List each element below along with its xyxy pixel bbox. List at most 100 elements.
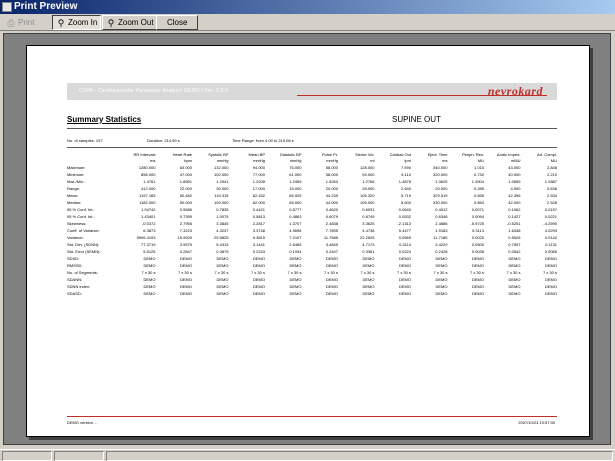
table-cell: 7 x 30 s <box>433 270 448 275</box>
table-cell: -2.1313 <box>397 221 411 226</box>
table-cell: DEMO <box>545 256 557 261</box>
table-cell: 0.0542 <box>508 249 521 254</box>
table-cell: 17.000 <box>252 186 265 191</box>
table-cell: 330.000 <box>433 200 448 205</box>
magnifier-icon: ⚲ <box>57 17 65 28</box>
table-cell: -0.5251 <box>506 221 521 226</box>
table-cell: 119.315 <box>214 193 229 198</box>
row-label: Range: <box>67 186 80 191</box>
table-cell: 0.4012 <box>435 207 448 212</box>
table-cell: DEMO <box>326 263 338 268</box>
table-cell: 30.000 <box>216 186 229 191</box>
table-cell: DEMO <box>362 284 375 289</box>
company-logo: nevrokard <box>487 84 543 98</box>
row-label: SDNN index: <box>67 284 91 289</box>
print-button[interactable]: ⎙ Print <box>3 15 37 30</box>
table-cell: DEMO <box>508 277 521 282</box>
table-row: Median: 1182.000 50.000 109.000 82.000 65.000… <box>67 199 557 206</box>
table-cell: 1.2459 <box>289 179 302 184</box>
table-cell: 29.5825 <box>214 235 229 240</box>
table-cell: 1.6348 <box>508 228 521 233</box>
table-cell: 0.4421 <box>252 207 265 212</box>
table-row: Variance: 5906.4193 15.9929 29.5825 9.3815 7.… <box>67 234 557 241</box>
table-cell: 0.730 <box>473 172 484 177</box>
table-row: SDSD: DEMO DEMO DEMO DEMO DEMO DEMO DEMO DEMO DEM… <box>67 255 557 262</box>
table-cell: 58.000 <box>325 165 338 170</box>
report-banner: CVPA - Cardiovascular Parameter Analysis… <box>67 83 557 100</box>
table-cell: 0.0036 <box>471 249 484 254</box>
table-cell: 94.000 <box>252 165 265 170</box>
table-cell: 1.0075 <box>216 214 229 219</box>
table-cell: DEMO <box>399 277 411 282</box>
table-cell: DEMO <box>435 291 448 296</box>
table-cell: 0.855 <box>473 193 484 198</box>
table-cell: DEMO <box>362 256 375 261</box>
app-icon <box>2 2 12 12</box>
table-cell: DEMO <box>508 256 521 261</box>
table-cell: DEMO <box>216 263 229 268</box>
table-cell: 2.7955 <box>179 221 192 226</box>
table-cell: DEMO <box>180 256 192 261</box>
table-cell: 7 x 30 s <box>360 270 375 275</box>
table-cell: 44.000 <box>325 200 338 205</box>
status-bar <box>0 449 615 461</box>
table-cell: DEMO <box>545 291 557 296</box>
table-cell: -0.0372 <box>141 221 156 226</box>
table-cell: 0.285 <box>473 186 484 191</box>
banner-title: CVPA - Cardiovascular Parameter Analysis… <box>79 88 228 94</box>
table-cell: 9.3815 <box>252 235 265 240</box>
table-cell: 3.1441 <box>252 242 265 247</box>
table-cell: 42.000 <box>508 200 521 205</box>
table-cell: 82.432 <box>252 193 265 198</box>
table-cell: DEMO <box>216 284 229 289</box>
table-cell: 65.925 <box>289 193 302 198</box>
table-cell: 0.0085 <box>544 249 557 254</box>
table-cell: 2.210 <box>546 172 557 177</box>
table-cell: 77.3719 <box>141 242 156 247</box>
table-cell: 20.000 <box>325 186 338 191</box>
position-label: SUPINE OUT <box>392 115 441 124</box>
table-row: Std. Error (SEMN): 5.5125 0.2847 0.3879 0.22… <box>67 248 557 255</box>
window-title: Print Preview <box>14 1 78 12</box>
table-cell: 0.0500 <box>471 242 484 247</box>
table-cell: 0.6079 <box>325 214 338 219</box>
table-cell: 0.2243 <box>252 249 265 254</box>
table-cell: 0.2847 <box>179 249 192 254</box>
table-cell: DEMO <box>289 277 302 282</box>
table-cell: 0.0142 <box>544 235 557 240</box>
table-cell: 1.3707 <box>289 221 302 226</box>
table-cell: 0.0071 <box>471 207 484 212</box>
table-cell: 1.015 <box>473 165 484 170</box>
table-cell: 1.8951 <box>179 179 192 184</box>
table-cell: 7 x 30 s <box>506 270 521 275</box>
table-cell: 7 x 30 s <box>396 270 411 275</box>
table-cell: DEMO <box>435 284 448 289</box>
table-row: Range: 412.000 22.000 30.000 17.000 15.000 20.… <box>67 185 557 192</box>
table-row: SDASD: DEMO DEMO DEMO DEMO DEMO DEMO DEMO DEMO DE… <box>67 290 557 297</box>
table-cell: 1280.000 <box>138 165 156 170</box>
status-cell <box>54 451 104 461</box>
table-cell: 1.2887 <box>544 179 557 184</box>
table-cell: 0.1062 <box>508 207 521 212</box>
table-cell: -5.9725 <box>470 221 484 226</box>
close-button[interactable]: Close <box>156 15 199 30</box>
table-cell: DEMO <box>326 291 338 296</box>
zoom-in-button[interactable]: ⚲ Zoom In <box>52 15 102 30</box>
zoom-out-button[interactable]: ⚲ Zoom Out <box>102 15 158 30</box>
table-cell: 0.0157 <box>544 207 557 212</box>
table-cell: 0.854 <box>473 200 484 205</box>
table-cell: DEMO <box>545 277 557 282</box>
row-label: Mean: <box>67 193 79 198</box>
table-cell: 82.000 <box>252 200 265 205</box>
table-cell: 340.000 <box>433 165 448 170</box>
preview-viewport[interactable]: CVPA - Cardiovascular Parameter Analysis… <box>3 33 611 445</box>
table-cell: 1182.000 <box>139 200 156 205</box>
table-cell: 4.7173 <box>362 242 375 247</box>
table-cell: 0.3114 <box>399 242 411 247</box>
table-cell: 2.528 <box>546 200 557 205</box>
table-cell: 22.2525 <box>360 235 375 240</box>
table-cell: 132.000 <box>214 165 229 170</box>
table-cell: DEMO <box>143 263 156 268</box>
table-cell: DEMO <box>180 284 192 289</box>
table-cell: 7 x 30 s <box>214 270 229 275</box>
